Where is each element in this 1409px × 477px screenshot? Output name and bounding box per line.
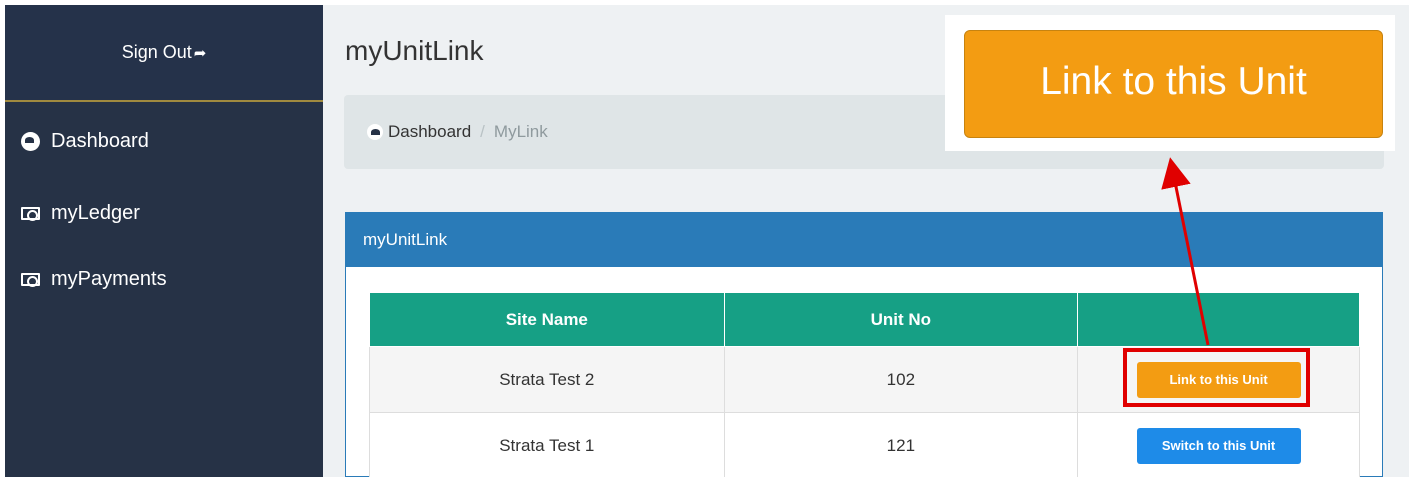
annotation-arrow <box>1161 157 1210 346</box>
annotation-arrow-line <box>1161 157 1210 346</box>
